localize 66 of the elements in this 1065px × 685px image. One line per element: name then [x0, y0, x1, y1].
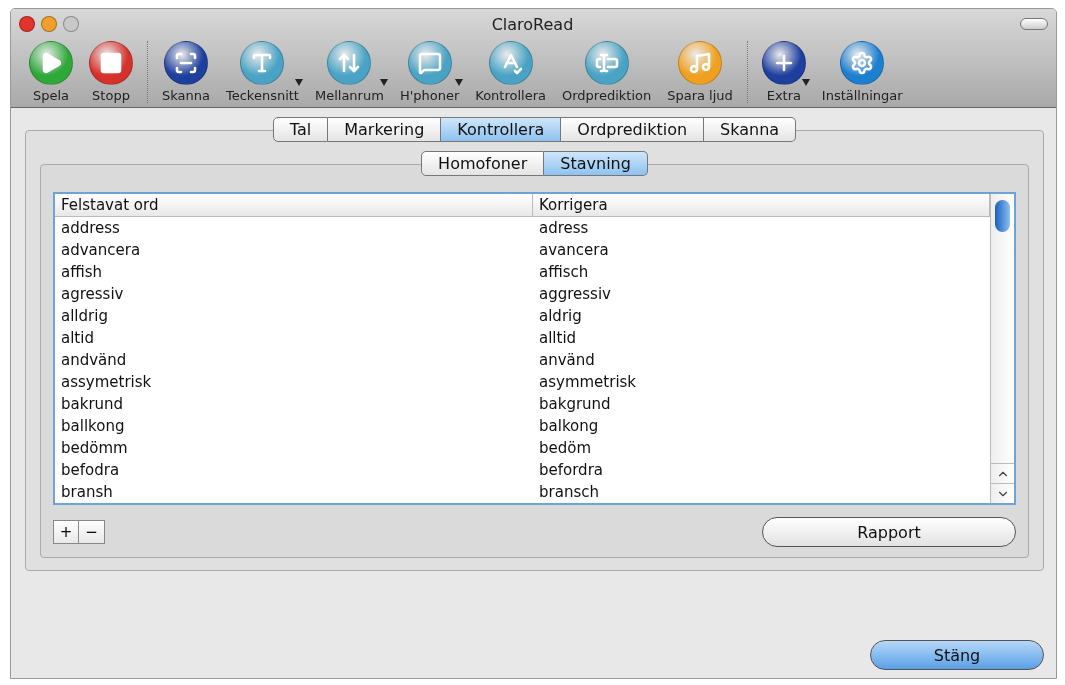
- table-cell-text: bedöm: [538, 438, 593, 459]
- table-cell-text: aggressiv: [538, 284, 612, 305]
- tab[interactable]: Skanna: [704, 117, 797, 142]
- toolbar-button[interactable]: Ordprediktion: [554, 41, 660, 103]
- play-icon: [29, 41, 73, 85]
- table-cell-text: assymetrisk: [60, 372, 153, 393]
- stop-icon: [89, 41, 133, 85]
- table-cell-text: asymmetrisk: [538, 372, 638, 393]
- spellcheck-icon: [488, 41, 533, 85]
- table-cell-text: advancera: [60, 240, 142, 261]
- table-cell-text: alltid: [538, 328, 578, 349]
- table-cell-text: bakgrund: [538, 394, 612, 415]
- toolbar-button[interactable]: Stopp: [81, 41, 141, 103]
- table-cell-text: använd: [538, 350, 596, 371]
- tab[interactable]: Tal: [272, 117, 329, 142]
- tab[interactable]: Kontrollera: [441, 117, 562, 142]
- toolbar-button[interactable]: Spara ljud: [659, 41, 741, 103]
- table-cell-text: ballkong: [60, 416, 126, 437]
- toolbar-button[interactable]: Teckensnitt: [217, 41, 307, 103]
- text-cursor-icon: [584, 41, 629, 85]
- table-cell-text: address: [60, 218, 121, 239]
- settings-icon: [840, 41, 885, 85]
- tab[interactable]: Ordprediktion: [561, 117, 705, 142]
- table-cell-text: balkong: [538, 416, 600, 437]
- table-cell-text: bransch: [538, 482, 600, 503]
- scrollbar[interactable]: [990, 194, 1014, 503]
- table-cell-text: affisch: [538, 262, 590, 283]
- table-cell-text: bedömm: [60, 438, 129, 459]
- toolbar-toggle-icon[interactable]: [1020, 18, 1048, 30]
- table-cell-text: altid: [60, 328, 95, 349]
- minimize-window-icon[interactable]: [41, 16, 57, 32]
- scanner-icon: [164, 41, 208, 85]
- plus-icon: [761, 41, 806, 85]
- scroll-thumb[interactable]: [995, 200, 1010, 232]
- table-cell-text: aldrig: [538, 306, 583, 327]
- table-cell-text: affish: [60, 262, 103, 283]
- table-cell-text: befordra: [538, 460, 604, 481]
- table-cell-text: agressiv: [60, 284, 125, 305]
- table-cell-text: alldrig: [60, 306, 109, 327]
- spacing-icon: [327, 41, 372, 85]
- toolbar-button[interactable]: Extra: [753, 41, 814, 103]
- toolbar-button[interactable]: Kontrollera: [467, 41, 554, 103]
- report-button[interactable]: Rapport: [762, 517, 1016, 547]
- toolbar-button[interactable]: Skanna: [154, 41, 218, 103]
- tab[interactable]: Homofoner: [421, 151, 545, 176]
- window-title: ClaroRead: [491, 14, 575, 34]
- table-cell-text: andvänd: [60, 350, 128, 371]
- table-cell-text: adress: [538, 218, 590, 239]
- table-cell-text: bakrund: [60, 394, 125, 415]
- toolbar-button[interactable]: Mellanrum: [306, 41, 392, 103]
- close-button[interactable]: Stäng: [870, 640, 1044, 670]
- letter-icon: [240, 41, 285, 85]
- remove-button[interactable]: −: [79, 520, 105, 544]
- add-button[interactable]: +: [53, 520, 79, 544]
- toolbar-button[interactable]: Inställningar: [813, 41, 911, 103]
- table-cell-text: avancera: [538, 240, 610, 261]
- close-window-icon[interactable]: [19, 16, 35, 32]
- tab[interactable]: Stavning: [544, 151, 648, 176]
- table-cell-text: befodra: [60, 460, 121, 481]
- toolbar-button[interactable]: H'phoner: [391, 41, 468, 103]
- column-header[interactable]: Felstavat ord: [55, 194, 533, 216]
- toolbar-button[interactable]: Spela: [21, 41, 81, 103]
- table-cell-text: bransh: [60, 482, 114, 503]
- tab[interactable]: Markering: [328, 117, 442, 142]
- speech-bubble-icon: [407, 41, 452, 85]
- music-note-icon: [678, 41, 722, 85]
